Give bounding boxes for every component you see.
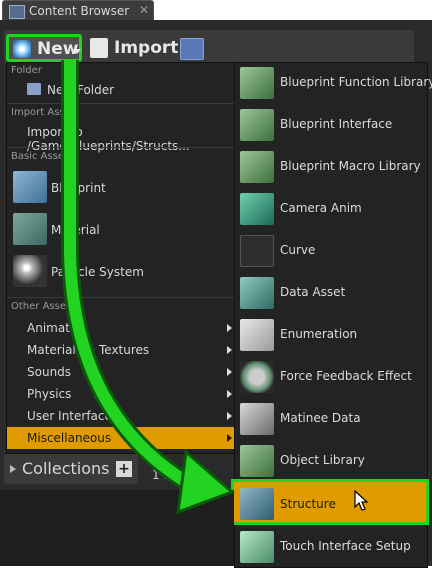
annotation-arrow bbox=[61, 60, 235, 515]
mouse-cursor-icon bbox=[354, 490, 369, 511]
